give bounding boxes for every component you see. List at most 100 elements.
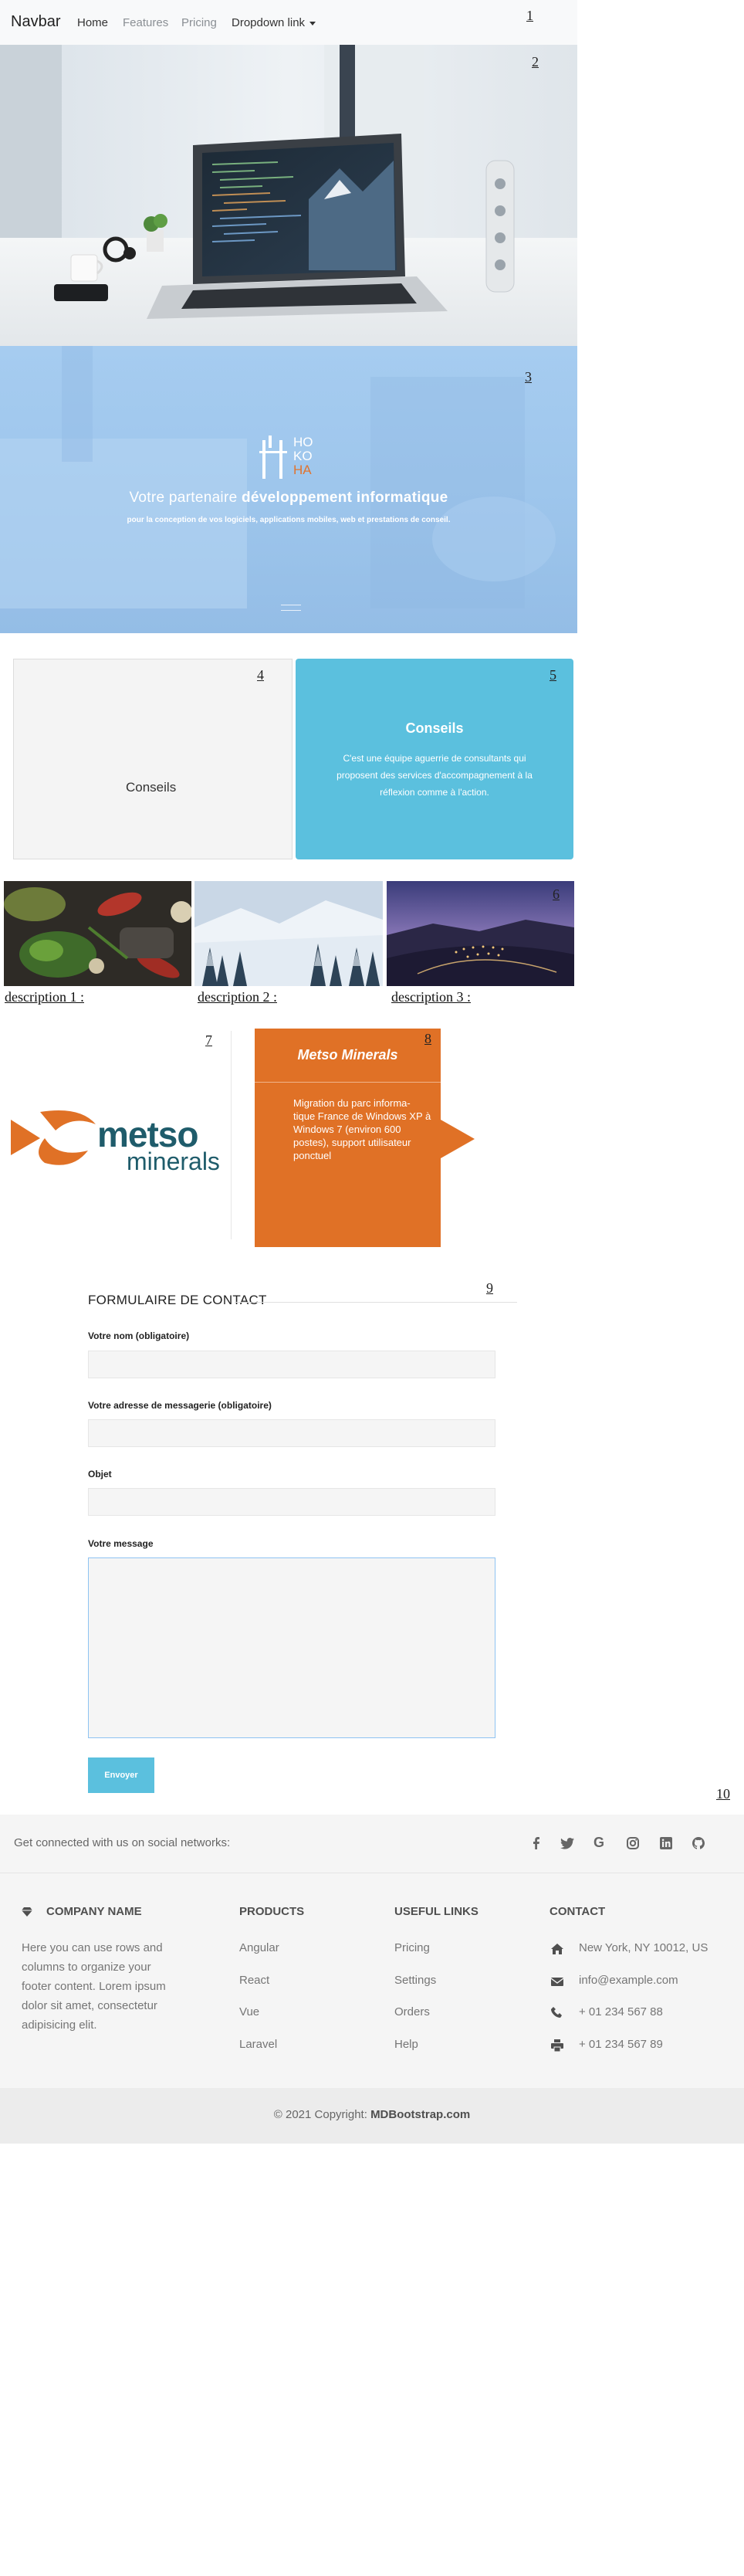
carousel-indicator-2[interactable]	[281, 610, 301, 611]
github-icon[interactable]	[692, 1837, 705, 1849]
contact-fax: + 01 234 567 89	[579, 2038, 663, 2051]
copyright-link[interactable]: MDBootstrap.com	[370, 2108, 470, 2121]
copyright-prefix: © 2021 Copyright:	[273, 2108, 371, 2121]
home-icon	[551, 1944, 563, 1954]
card-left-title: Conseils	[126, 780, 177, 795]
products-link-vue[interactable]: Vue	[239, 2005, 259, 2018]
hokoha-mark-icon	[259, 436, 287, 479]
email-label: Votre adresse de messagerie (obligatoire…	[88, 1400, 272, 1411]
banner-tagline: Votre partenaire développement informati…	[0, 490, 577, 507]
metso-card-header: Metso Minerals	[255, 1029, 441, 1083]
subject-label: Objet	[88, 1469, 112, 1480]
linkedin-icon[interactable]	[660, 1837, 672, 1849]
card-right-title: Conseils	[405, 720, 464, 736]
metso-card-title: Metso Minerals	[297, 1047, 398, 1063]
facebook-icon[interactable]	[531, 1837, 540, 1849]
hero-image	[0, 45, 577, 346]
metso-card-arrow	[441, 1120, 475, 1158]
metso-divider	[231, 1031, 232, 1239]
contact-title: CONTACT	[550, 1905, 606, 1918]
dropdown-label: Dropdown link	[232, 16, 306, 29]
email-input[interactable]	[88, 1419, 495, 1447]
company-title: COMPANY NAME	[46, 1905, 142, 1918]
send-button[interactable]: Envoyer	[88, 1757, 154, 1793]
tagline-bold: développement informatique	[242, 490, 448, 506]
subject-input[interactable]	[88, 1488, 495, 1516]
metso-text-line: tique France de Windows XP à	[293, 1110, 431, 1122]
nav-dropdown-link[interactable]: Dropdown link	[232, 16, 316, 29]
name-input[interactable]	[88, 1351, 495, 1378]
products-title: PRODUCTS	[239, 1905, 305, 1918]
section-number-5: 5	[550, 667, 556, 683]
section-number-6: 6	[553, 886, 560, 902]
envelope-icon	[551, 1978, 563, 1986]
gallery-image-snow[interactable]	[194, 881, 383, 986]
printer-icon	[551, 2039, 563, 2052]
card-conseils-back[interactable]: Conseils C'est une équipe aguerrie de co…	[296, 659, 573, 859]
navbar: Navbar Home Features Pricing Dropdown li…	[0, 0, 577, 45]
social-bar: Get connected with us on social networks…	[0, 1815, 744, 1873]
metso-card[interactable]: Metso Minerals Migration du parc informa…	[255, 1029, 441, 1247]
company-text-line: columns to organize your	[22, 1961, 151, 1974]
hokoha-logo: HO KO HA	[258, 436, 327, 482]
products-link-angular[interactable]: Angular	[239, 1941, 279, 1954]
metso-logo-word2: minerals	[127, 1147, 220, 1175]
navbar-brand[interactable]: Navbar	[11, 13, 60, 31]
section-number-4: 4	[257, 667, 264, 683]
nav-link-pricing[interactable]: Pricing	[181, 16, 217, 29]
section-number-7: 7	[205, 1032, 212, 1048]
form-title-rule	[235, 1302, 517, 1303]
gallery-image-city[interactable]	[387, 881, 574, 986]
gallery-caption-3: description 3 :	[391, 989, 471, 1005]
city-night-photo	[387, 881, 574, 986]
section-number-10: 10	[716, 1786, 730, 1802]
banner: HO KO HA Votre partenaire développement …	[0, 346, 577, 633]
section-number-8: 8	[424, 1031, 431, 1046]
google-icon[interactable]: G	[594, 1835, 604, 1851]
logo-ko: KO	[293, 449, 313, 463]
useful-links-title: USEFUL LINKS	[394, 1905, 479, 1918]
metso-text-line: Migration du parc informa-	[293, 1097, 411, 1109]
card-conseils-front[interactable]: Conseils	[13, 659, 293, 859]
copyright-bar: © 2021 Copyright: MDBootstrap.com	[0, 2088, 744, 2144]
twitter-icon[interactable]	[560, 1838, 574, 1849]
nav-link-features[interactable]: Features	[123, 16, 168, 29]
contact-phone: + 01 234 567 88	[579, 2005, 663, 2018]
metso-card-text: Migration du parc informa- tique France …	[293, 1096, 431, 1162]
company-text-line: adipisicing elit.	[22, 2018, 97, 2032]
gallery-image-herbs[interactable]	[4, 881, 191, 986]
logo-ha: HA	[293, 463, 312, 477]
metso-text-line: Windows 7 (environ 600	[293, 1124, 401, 1135]
social-text: Get connected with us on social networks…	[14, 1836, 231, 1849]
card-right-text: C'est une équipe aguerrie de consultants…	[336, 753, 533, 798]
products-link-react[interactable]: React	[239, 1974, 269, 1987]
metso-text-line: postes), support utilisateur	[293, 1137, 411, 1148]
phone-icon	[551, 2007, 562, 2018]
metso-text-line: ponctuel	[293, 1150, 332, 1161]
herbs-photo	[4, 881, 191, 986]
useful-link-orders[interactable]: Orders	[394, 2005, 430, 2018]
instagram-icon[interactable]	[627, 1837, 639, 1849]
form-title: FORMULAIRE DE CONTACT	[88, 1293, 267, 1307]
useful-link-pricing[interactable]: Pricing	[394, 1941, 430, 1954]
gem-icon	[22, 1907, 32, 1917]
useful-link-settings[interactable]: Settings	[394, 1974, 436, 1987]
message-label: Votre message	[88, 1538, 154, 1549]
message-textarea[interactable]	[88, 1557, 495, 1738]
name-label: Votre nom (obligatoire)	[88, 1330, 190, 1341]
metso-logo: metso minerals	[11, 1104, 220, 1175]
gallery-caption-2: description 2 :	[198, 989, 277, 1005]
products-link-laravel[interactable]: Laravel	[239, 2038, 277, 2051]
company-text-line: Here you can use rows and	[22, 1941, 163, 1954]
section-number-2: 2	[532, 54, 539, 69]
nav-link-home[interactable]: Home	[77, 16, 108, 29]
contact-email[interactable]: info@example.com	[579, 1974, 678, 1987]
copyright-text: © 2021 Copyright: MDBootstrap.com	[0, 2108, 744, 2121]
useful-link-help[interactable]: Help	[394, 2038, 418, 2051]
company-text-line: dolor sit amet, consectetur	[22, 1999, 157, 2012]
snowy-forest-photo	[194, 881, 383, 986]
section-number-1: 1	[526, 8, 533, 23]
tagline-light: Votre partenaire	[129, 490, 242, 506]
section-number-3: 3	[525, 369, 532, 385]
contact-address: New York, NY 10012, US	[579, 1941, 708, 1954]
